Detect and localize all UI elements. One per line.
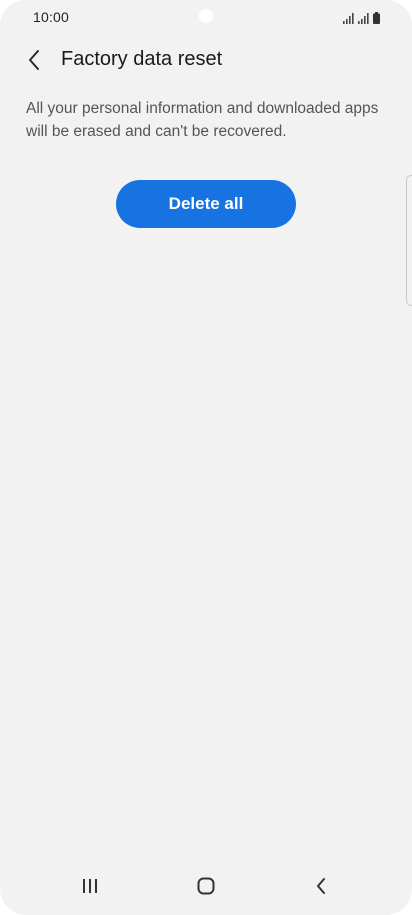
back-icon <box>317 878 325 894</box>
signal-strength-icon <box>358 13 369 24</box>
back-button[interactable] <box>18 44 50 76</box>
status-bar: 10:00 <box>0 0 412 36</box>
nav-back-button[interactable] <box>297 862 345 910</box>
battery-icon <box>373 12 380 24</box>
chevron-left-icon <box>29 50 39 70</box>
home-button[interactable] <box>182 862 230 910</box>
phone-screen: 10:00 Factory data reset All your person… <box>0 0 412 915</box>
front-camera <box>199 9 213 23</box>
scroll-indicator[interactable] <box>406 175 412 306</box>
recents-button[interactable] <box>66 862 114 910</box>
page-title: Factory data reset <box>61 48 223 70</box>
status-icons <box>343 10 380 24</box>
navigation-bar <box>0 862 412 915</box>
delete-all-button[interactable]: Delete all <box>116 180 296 228</box>
signal-strength-icon <box>343 13 354 24</box>
recents-icon <box>83 879 97 893</box>
home-icon <box>197 877 215 895</box>
status-time: 10:00 <box>33 9 70 25</box>
reset-description: All your personal information and downlo… <box>26 100 379 140</box>
app-header: Factory data reset <box>0 40 412 80</box>
